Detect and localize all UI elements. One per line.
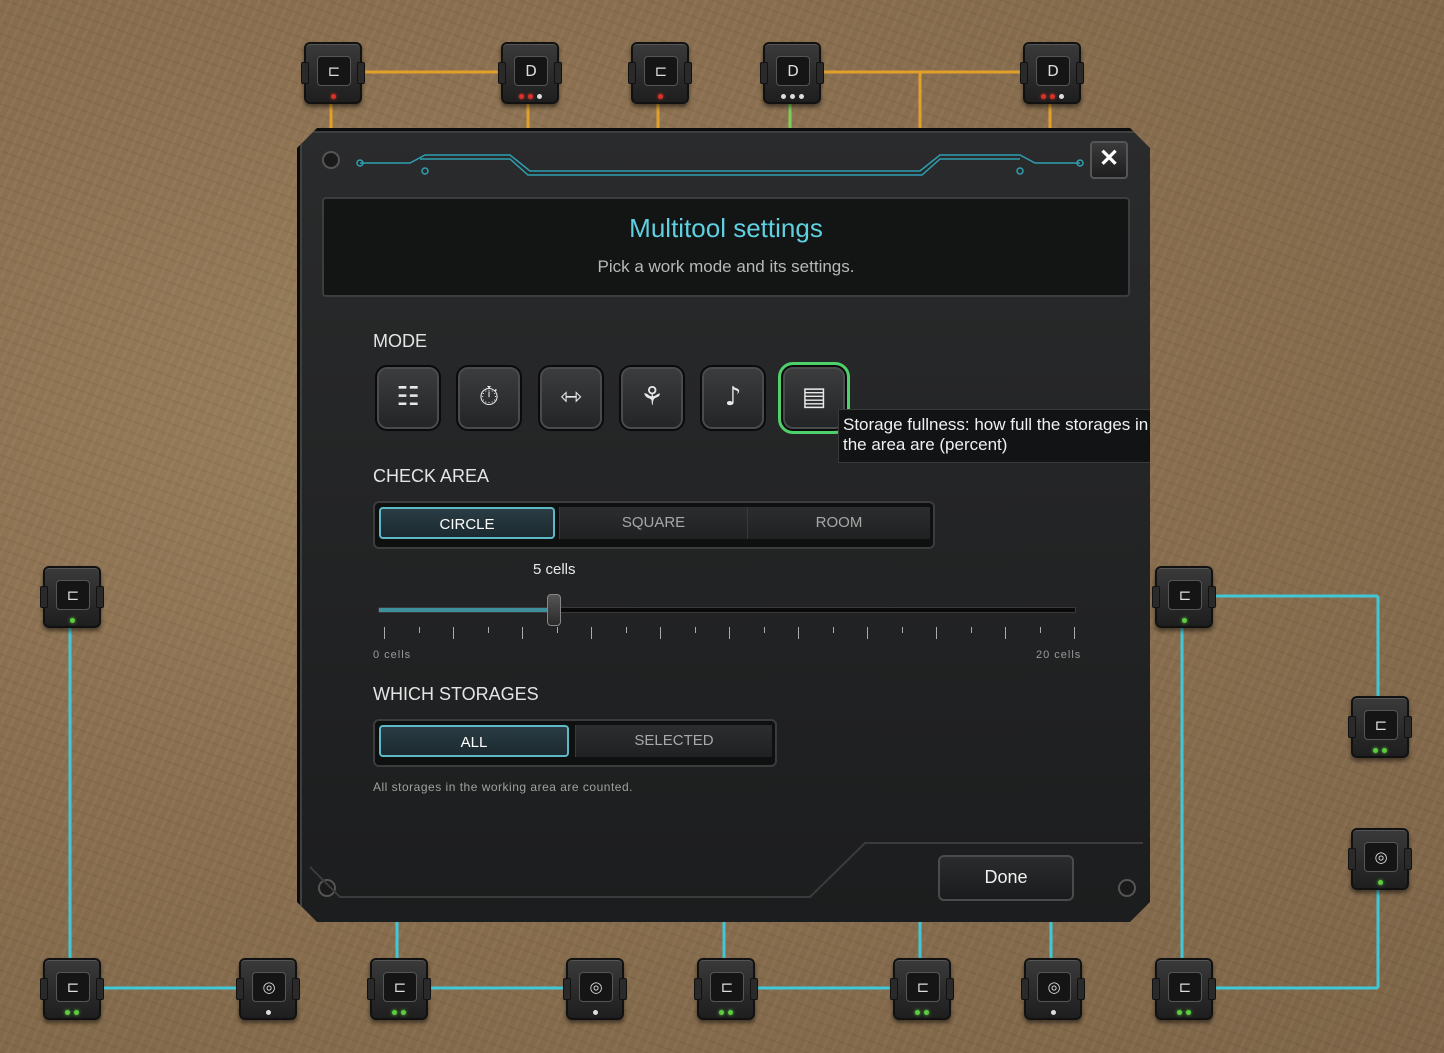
slider-tick [556, 627, 558, 633]
radius-slider[interactable] [378, 594, 1076, 626]
slider-tick [1074, 627, 1075, 639]
circuit-decoration [356, 154, 1084, 176]
gate-bottom-8[interactable]: ⊏ [1152, 958, 1216, 1020]
screw-icon [318, 879, 336, 897]
check-area-selector: CIRCLE SQUARE ROOM [373, 501, 935, 549]
gate-left-1[interactable]: ⊏ [40, 566, 104, 628]
check-area-label: CHECK AREA [373, 466, 490, 486]
mode-label: MODE [373, 331, 427, 351]
gate-top-2[interactable]: D [498, 42, 562, 104]
which-storages-selector: ALL SELECTED [373, 719, 777, 767]
gate-bottom-3[interactable]: ⊏ [367, 958, 431, 1020]
gate-top-4[interactable]: D [760, 42, 824, 104]
option-selected[interactable]: SELECTED [575, 725, 772, 757]
slider-tick [832, 627, 834, 633]
mode-button-door[interactable]: ⇿ [538, 365, 604, 431]
slider-tick [729, 627, 730, 639]
option-square[interactable]: SQUARE [559, 507, 747, 539]
storages-description: All storages in the working area are cou… [373, 780, 633, 794]
logic-gate-icon: ⊏ [710, 972, 744, 1002]
slider-tick [936, 627, 937, 639]
mode-button-plant[interactable]: ⚘ [619, 365, 685, 431]
radius-slider-fill [379, 608, 553, 612]
slider-tick [1039, 627, 1041, 633]
sensor-icon: ◎ [1037, 972, 1071, 1002]
which-storages-label: WHICH STORAGES [373, 684, 539, 704]
logic-gate-icon: D [776, 56, 810, 86]
slider-tick [418, 627, 420, 633]
sensor-icon: ◎ [252, 972, 286, 1002]
slider-tick [384, 627, 385, 639]
logic-gate-icon: ⊏ [644, 56, 678, 86]
screw-icon [1118, 879, 1136, 897]
list-sort-icon: ☷ [396, 382, 420, 412]
option-all[interactable]: ALL [379, 725, 569, 757]
mode-tooltip: Storage fullness: how full the storages … [838, 409, 1150, 463]
slider-tick [522, 627, 523, 639]
gate-bottom-1[interactable]: ⊏ [40, 958, 104, 1020]
slider-tick [660, 627, 661, 639]
slider-tick [591, 627, 592, 639]
sound-icon: ♪ [724, 382, 742, 412]
gate-right-2[interactable]: ⊏ [1348, 696, 1412, 758]
slider-tick [798, 627, 799, 639]
slider-tick [901, 627, 903, 633]
sensor-icon: ◎ [1364, 842, 1398, 872]
plant-icon: ⚘ [640, 382, 664, 412]
mode-button-sound[interactable]: ♪ [700, 365, 766, 431]
gate-top-3[interactable]: ⊏ [628, 42, 692, 104]
dialog-title: Multitool settings [629, 213, 823, 243]
sensor-icon: ◎ [579, 972, 613, 1002]
slider-tick [625, 627, 627, 633]
screw-icon [322, 151, 340, 169]
slider-tick [694, 627, 696, 633]
radius-value-label: 5 cells [533, 561, 576, 578]
option-room[interactable]: ROOM [747, 507, 930, 539]
storage-icon: ▤ [801, 382, 827, 412]
slider-tick [763, 627, 765, 633]
slider-tick [453, 627, 454, 639]
logic-gate-icon: D [1036, 56, 1070, 86]
gate-bottom-6[interactable]: ⊏ [890, 958, 954, 1020]
mode-button-timer[interactable]: ⏱ [456, 365, 522, 431]
gate-bottom-2[interactable]: ◎ [236, 958, 300, 1020]
logic-gate-icon: ⊏ [1364, 710, 1398, 740]
gate-top-1[interactable]: ⊏ [301, 42, 365, 104]
logic-gate-icon: ⊏ [906, 972, 940, 1002]
mode-button-list-sort[interactable]: ☷ [375, 365, 441, 431]
slider-tick [1005, 627, 1006, 639]
logic-gate-icon: ⊏ [56, 972, 90, 1002]
gate-bottom-7[interactable]: ◎ [1021, 958, 1085, 1020]
option-circle[interactable]: CIRCLE [379, 507, 555, 539]
slider-max-label: 20 cells [1036, 649, 1082, 661]
timer-icon: ⏱ [478, 382, 500, 412]
slider-min-label: 0 cells [373, 649, 412, 661]
close-button[interactable]: ✕ [1090, 141, 1128, 179]
slider-tick [867, 627, 868, 639]
slider-tick [970, 627, 972, 633]
logic-gate-icon: D [514, 56, 548, 86]
gate-bottom-4[interactable]: ◎ [563, 958, 627, 1020]
gate-right-1[interactable]: ⊏ [1152, 566, 1216, 628]
gate-top-5[interactable]: D [1020, 42, 1084, 104]
done-button[interactable]: Done [938, 855, 1074, 901]
gate-bottom-5[interactable]: ⊏ [694, 958, 758, 1020]
radius-slider-handle[interactable] [547, 594, 561, 626]
multitool-settings-dialog: ✕ Multitool settings Pick a work mode an… [297, 128, 1150, 922]
logic-gate-icon: ⊏ [1168, 580, 1202, 610]
door-icon: ⇿ [560, 382, 582, 412]
logic-gate-icon: ⊏ [1168, 972, 1202, 1002]
dialog-header: Multitool settings Pick a work mode and … [322, 197, 1130, 297]
logic-gate-icon: ⊏ [56, 580, 90, 610]
dialog-subtitle: Pick a work mode and its settings. [597, 257, 855, 276]
gate-right-3[interactable]: ◎ [1348, 828, 1412, 890]
logic-gate-icon: ⊏ [317, 56, 351, 86]
slider-tick [487, 627, 489, 633]
logic-gate-icon: ⊏ [383, 972, 417, 1002]
